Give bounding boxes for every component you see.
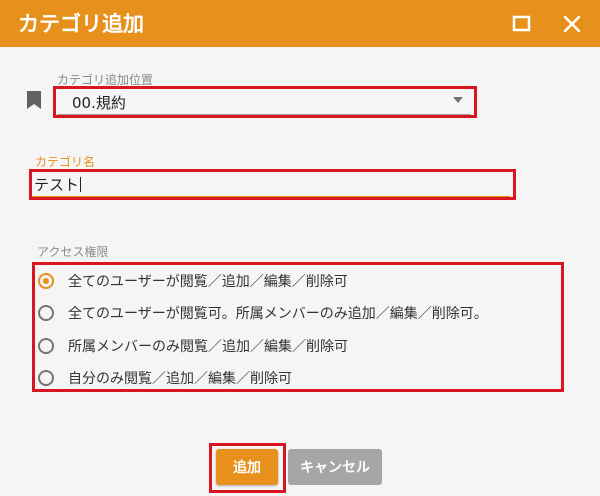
dialog-titlebar: カテゴリ追加 — [0, 0, 600, 47]
access-option-4[interactable]: 自分のみ閲覧／追加／編集／削除可 — [38, 366, 292, 390]
cancel-button[interactable]: キャンセル — [288, 449, 382, 485]
close-button[interactable] — [561, 13, 583, 35]
position-field-label: カテゴリ追加位置 — [57, 73, 154, 87]
radio-button[interactable] — [38, 338, 54, 354]
text-cursor — [80, 177, 82, 192]
dropdown-caret-icon — [453, 97, 463, 103]
bookmark-icon — [27, 91, 41, 109]
dialog-title: カテゴリ追加 — [18, 12, 144, 36]
radio-button[interactable] — [38, 370, 54, 386]
position-select[interactable]: 00.規約 — [57, 89, 471, 115]
access-option-label: 所属メンバーのみ閲覧／追加／編集／削除可 — [68, 339, 348, 355]
maximize-button[interactable] — [511, 13, 533, 35]
category-name-value: テスト — [34, 176, 80, 194]
category-name-input[interactable]: テスト — [32, 172, 510, 197]
position-select-value: 00.規約 — [72, 94, 126, 112]
access-option-label: 自分のみ閲覧／追加／編集／削除可 — [68, 371, 292, 387]
access-option-3[interactable]: 所属メンバーのみ閲覧／追加／編集／削除可 — [38, 334, 348, 358]
access-option-2[interactable]: 全てのユーザーが閲覧可。所属メンバーのみ追加／編集／削除可。 — [38, 301, 488, 325]
access-option-1[interactable]: 全てのユーザーが閲覧／追加／編集／削除可 — [38, 269, 348, 293]
name-field-label: カテゴリ名 — [35, 155, 96, 169]
maximize-icon — [512, 15, 531, 32]
access-section-label: アクセス権限 — [37, 245, 109, 259]
radio-button[interactable] — [38, 305, 54, 321]
close-icon — [563, 15, 581, 33]
access-option-label: 全てのユーザーが閲覧可。所属メンバーのみ追加／編集／削除可。 — [68, 306, 488, 322]
access-option-label: 全てのユーザーが閲覧／追加／編集／削除可 — [68, 274, 348, 290]
radio-button[interactable] — [38, 273, 54, 289]
add-button[interactable]: 追加 — [216, 449, 278, 485]
